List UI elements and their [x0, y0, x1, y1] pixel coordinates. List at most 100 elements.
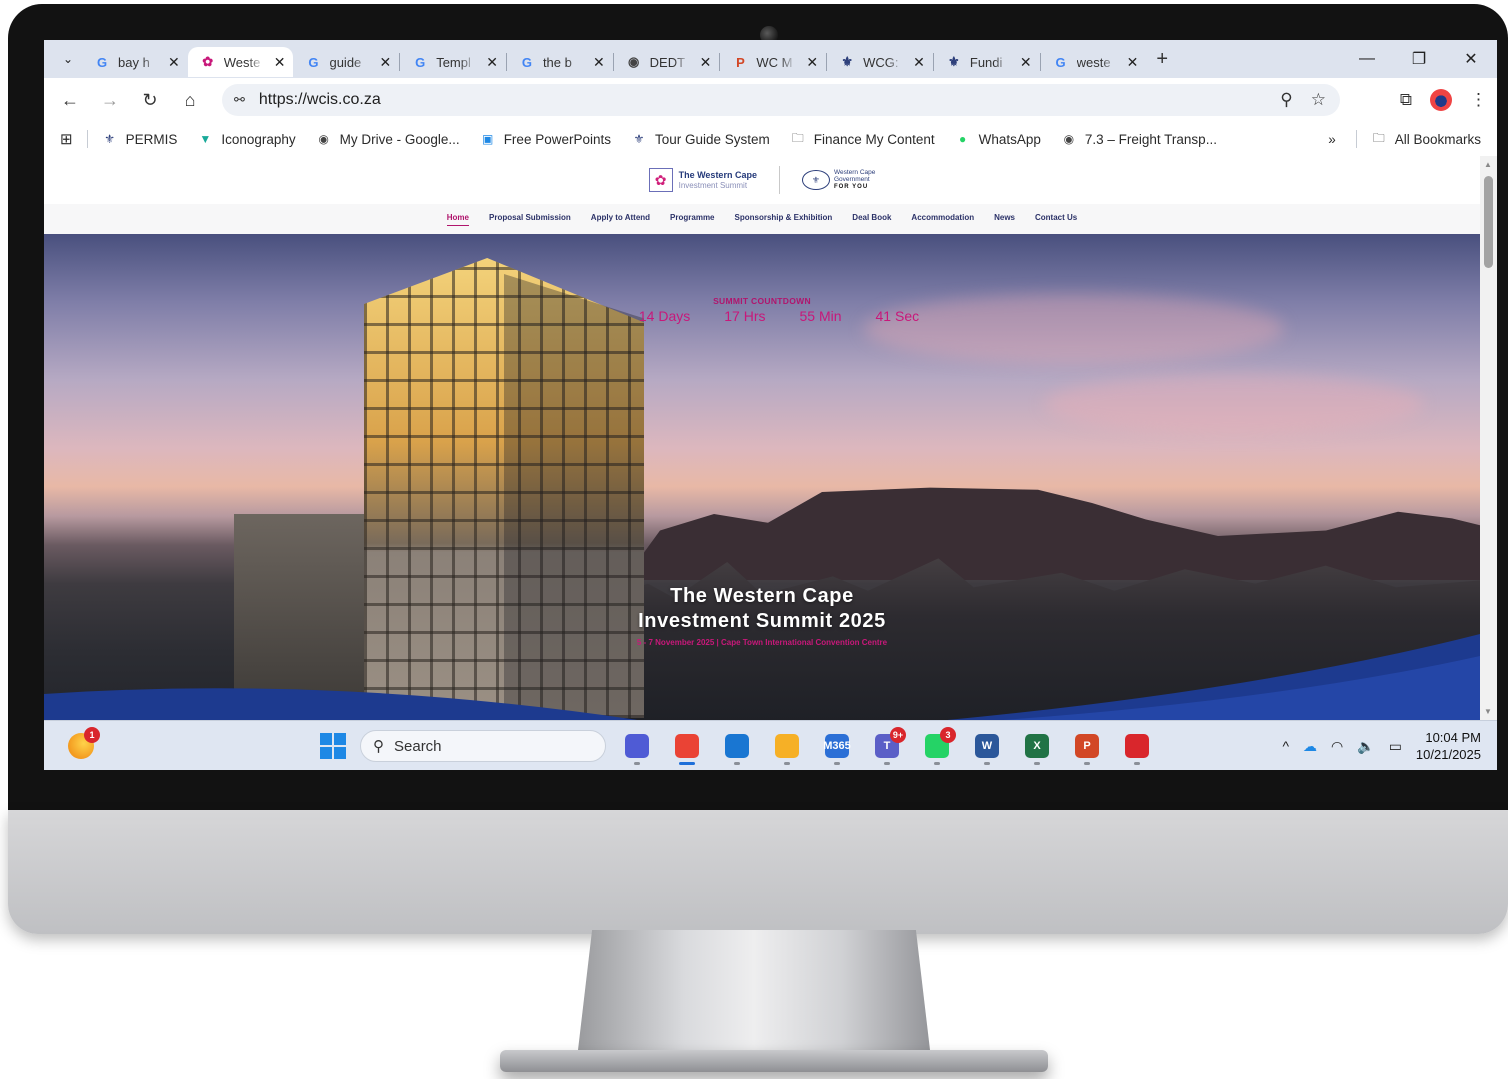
- volume-icon[interactable]: 🔈: [1357, 738, 1374, 755]
- tab-8[interactable]: ⚜ Fundi ✕: [934, 47, 1040, 77]
- tab-strip: ⌄ Gbay h ✕ ✿ Weste ✕ Gguide ✕ G Templ ✕ Gthe b ✕ ◉ DE…: [44, 40, 1497, 78]
- bookmark-label: Finance My Content: [813, 131, 935, 147]
- site-info-icon[interactable]: ⚯: [234, 92, 245, 108]
- close-tab-icon[interactable]: ✕: [486, 54, 498, 71]
- scrollbar-thumb[interactable]: [1484, 176, 1493, 268]
- all-bookmarks-label: All Bookmarks: [1394, 131, 1481, 147]
- tab-label: weste: [1076, 54, 1111, 70]
- tab-6[interactable]: P WC M ✕: [720, 47, 826, 77]
- onedrive-icon[interactable]: ☁: [1303, 738, 1317, 755]
- close-window-icon[interactable]: ✕: [1445, 40, 1497, 78]
- bookmark-item[interactable]: ▣ Free PowerPoints: [480, 131, 611, 147]
- summit-logo-line2: Investment Summit: [678, 180, 748, 190]
- m365-icon[interactable]: M365: [820, 729, 854, 765]
- forward-arrow-icon[interactable]: →: [90, 84, 130, 116]
- profile-avatar[interactable]: [1430, 89, 1452, 111]
- wcg-logo[interactable]: ⚜ Western Cape Government FOR YOU: [801, 169, 875, 191]
- close-tab-icon[interactable]: ✕: [1020, 54, 1032, 71]
- tab-0[interactable]: Gbay h ✕: [82, 47, 188, 77]
- tab-1[interactable]: ✿ Weste ✕: [187, 47, 294, 77]
- tab-label: Weste: [223, 54, 261, 70]
- address-bar[interactable]: ⚯ https://wcis.co.za ⚲ ☆: [222, 84, 1340, 116]
- acrobat-icon[interactable]: [1120, 729, 1154, 765]
- outlook-icon[interactable]: [720, 729, 754, 765]
- summit-countdown: SUMMIT COUNTDOWN 14 Days 17 Hrs 55 Min 4…: [44, 296, 1480, 324]
- m365-glyph: M365: [823, 734, 851, 758]
- more-bookmarks-chevron[interactable]: »: [1328, 132, 1336, 147]
- site-nav-news[interactable]: News: [994, 213, 1015, 225]
- taskbar-search[interactable]: ⚲ Search: [360, 730, 606, 762]
- close-tab-icon[interactable]: ✕: [1127, 54, 1139, 71]
- site-nav-proposal-submission[interactable]: Proposal Submission: [489, 213, 571, 225]
- site-nav-accommodation[interactable]: Accommodation: [911, 213, 974, 225]
- taskbar-clock[interactable]: 10:04 PM 10/21/2025: [1416, 729, 1481, 763]
- close-tab-icon[interactable]: ✕: [913, 54, 925, 71]
- tab-3[interactable]: G Templ ✕: [400, 47, 506, 77]
- site-nav-sponsorship-exhibition[interactable]: Sponsorship & Exhibition: [735, 213, 833, 225]
- new-tab-button[interactable]: +: [1156, 48, 1168, 71]
- apps-grid-icon[interactable]: ⊞: [60, 130, 73, 148]
- wifi-icon[interactable]: ◠: [1331, 738, 1343, 755]
- bookmark-star-icon[interactable]: ☆: [1311, 90, 1326, 110]
- close-tab-icon[interactable]: ✕: [168, 54, 180, 71]
- bookmark-item[interactable]: ▼ Iconography: [197, 131, 295, 147]
- tray-chevron-icon[interactable]: ^: [1282, 738, 1289, 754]
- close-tab-icon[interactable]: ✕: [700, 54, 712, 71]
- weather-badge: 1: [84, 727, 100, 743]
- bookmark-item[interactable]: ⚜ PERMIS: [102, 131, 177, 147]
- hero-cloud: [1044, 374, 1424, 434]
- bookmark-item[interactable]: ◉ My Drive - Google...: [316, 131, 459, 147]
- all-bookmarks-button[interactable]: 🗀 All Bookmarks: [1371, 131, 1481, 147]
- bookmark-item[interactable]: ⚜ Tour Guide System: [631, 131, 770, 147]
- windows-start-icon[interactable]: [320, 733, 346, 759]
- countdown-values: 14 Days 17 Hrs 55 Min 41 Sec: [44, 308, 1480, 324]
- wcg-seal-icon: ⚜: [801, 170, 830, 190]
- battery-icon[interactable]: ▭: [1389, 738, 1402, 755]
- zoom-icon[interactable]: ⚲: [1280, 90, 1292, 110]
- close-tab-icon[interactable]: ✕: [379, 54, 391, 71]
- url-text[interactable]: https://wcis.co.za: [259, 91, 381, 109]
- home-icon[interactable]: ⌂: [170, 84, 210, 116]
- tab-2[interactable]: Gguide ✕: [293, 47, 399, 77]
- tab-search-button[interactable]: ⌄: [54, 45, 82, 73]
- tab-9[interactable]: Gweste ✕: [1041, 47, 1147, 77]
- site-header: ✿ The Western Cape Investment Summit ⚜ W…: [44, 156, 1480, 204]
- chrome-icon[interactable]: [670, 729, 704, 765]
- extensions-icon[interactable]: ⧉: [1400, 90, 1412, 110]
- tab-7[interactable]: ⚜ WCG: ✕: [827, 47, 933, 77]
- app-badge: 9+: [890, 727, 906, 743]
- close-tab-icon[interactable]: ✕: [274, 54, 286, 71]
- running-indicator: [784, 762, 790, 765]
- restore-icon[interactable]: ❐: [1393, 40, 1445, 78]
- more-menu-icon[interactable]: ⋮: [1470, 90, 1487, 110]
- close-tab-icon[interactable]: ✕: [806, 54, 818, 71]
- teams-icon[interactable]: T 9+: [870, 727, 906, 765]
- summit-logo[interactable]: ✿ The Western Cape Investment Summit: [648, 168, 757, 192]
- word-icon[interactable]: W: [970, 729, 1004, 765]
- reload-icon[interactable]: ↻: [130, 84, 170, 116]
- tab-5[interactable]: ◉ DEDT ✕: [614, 47, 720, 77]
- meet-icon[interactable]: [620, 729, 654, 765]
- bookmark-item[interactable]: 🗀 Finance My Content: [790, 131, 935, 147]
- screen: ⌄ Gbay h ✕ ✿ Weste ✕ Gguide ✕ G Templ ✕ Gthe b ✕ ◉ DE…: [44, 40, 1497, 770]
- browser-toolbar: ← → ↻ ⌂ ⚯ https://wcis.co.za ⚲ ☆ ⧉ ⋮: [44, 78, 1497, 122]
- powerpoint-icon[interactable]: P: [1070, 729, 1104, 765]
- site-nav-deal-book[interactable]: Deal Book: [852, 213, 891, 225]
- bookmark-item[interactable]: ◉ 7.3 – Freight Transp...: [1061, 131, 1217, 147]
- site-nav-home[interactable]: Home: [446, 213, 469, 226]
- page-scrollbar[interactable]: ▲ ▼: [1480, 156, 1497, 720]
- whatsapp-icon[interactable]: 3: [920, 727, 956, 765]
- running-indicator: [884, 762, 890, 765]
- excel-icon[interactable]: X: [1020, 729, 1054, 765]
- site-nav-programme[interactable]: Programme: [670, 213, 714, 225]
- minimize-icon[interactable]: —: [1341, 40, 1393, 78]
- close-tab-icon[interactable]: ✕: [593, 54, 605, 71]
- site-nav-apply-to-attend[interactable]: Apply to Attend: [591, 213, 650, 225]
- scroll-down-icon[interactable]: ▼: [1484, 707, 1492, 716]
- tab-4[interactable]: Gthe b ✕: [507, 47, 613, 77]
- file-explorer-icon[interactable]: [770, 729, 804, 765]
- back-arrow-icon[interactable]: ←: [50, 84, 90, 116]
- bookmark-item[interactable]: ● WhatsApp: [955, 131, 1041, 147]
- scroll-up-icon[interactable]: ▲: [1484, 160, 1492, 169]
- site-nav-contact-us[interactable]: Contact Us: [1035, 213, 1077, 225]
